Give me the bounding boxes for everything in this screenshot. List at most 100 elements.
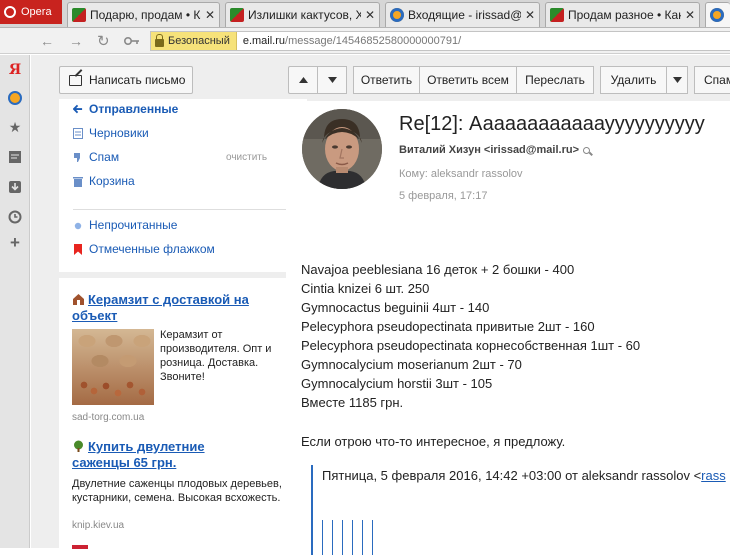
message-view: Re[12]: Аааааааааааауууууууууу Виталий Х… xyxy=(286,101,730,555)
lock-icon xyxy=(155,33,164,47)
opera-menu-button[interactable]: Opera xyxy=(0,0,62,24)
body-line: Gymnocalycium horstii 3шт - 105 xyxy=(301,376,493,391)
opera-sidebar: Я ★ + xyxy=(0,55,30,548)
address-bar: ← → ↻ Безопасный e.mail.ru/message/14546… xyxy=(0,28,730,54)
ad-house-icon xyxy=(72,293,85,305)
body-line: Cintia knizei 6 шт. 250 xyxy=(301,281,430,296)
delete-dropdown-button[interactable] xyxy=(666,66,688,94)
back-arrow-icon[interactable]: ← xyxy=(40,33,54,49)
tab-2[interactable]: Излишки кактусов, Х... ✕ xyxy=(225,2,380,27)
tab-1[interactable]: Подарю, продам • Как... ✕ xyxy=(67,2,220,27)
folder-label: Спам xyxy=(89,150,120,164)
ad-2-source[interactable]: knip.kiev.ua xyxy=(72,520,124,531)
folder-spam[interactable]: Спам очистить xyxy=(73,150,267,164)
tab-close-icon[interactable]: ✕ xyxy=(685,8,695,22)
quote-sender-link[interactable]: rass xyxy=(701,468,726,483)
url-field[interactable]: Безопасный e.mail.ru/message/14546852580… xyxy=(150,31,730,51)
reply-button[interactable]: Ответить xyxy=(353,66,420,94)
star-icon[interactable]: ★ xyxy=(7,119,23,135)
trash-icon xyxy=(73,176,83,187)
chevron-down-icon xyxy=(672,77,682,83)
ad-1-title[interactable]: Керамзит с доставкой на объект xyxy=(72,292,296,324)
filter-flagged[interactable]: Отмеченные флажком xyxy=(73,242,215,256)
tab-3[interactable]: Входящие - irissad@m... ✕ xyxy=(385,2,540,27)
body-line: Gymnocalycium moserianum 2шт - 70 xyxy=(301,357,522,372)
ads-panel: Керамзит с доставкой на объект Керамзит … xyxy=(59,278,307,549)
reply-all-button[interactable]: Ответить всем xyxy=(419,66,517,94)
sender-avatar[interactable] xyxy=(302,109,382,189)
add-panel-icon[interactable]: + xyxy=(7,233,23,252)
downloads-icon[interactable] xyxy=(7,179,23,195)
body-line: Вместе 1185 грн. xyxy=(301,395,404,410)
folder-sent[interactable]: Отправленные xyxy=(73,102,178,116)
ad-tree-icon xyxy=(72,440,85,452)
notes-icon[interactable] xyxy=(7,149,23,165)
tab-title: Входящие - irissad@m... xyxy=(408,8,521,22)
clear-spam-link[interactable]: очистить xyxy=(226,152,267,163)
filter-label: Отмеченные флажком xyxy=(89,242,215,256)
cactus-favicon-icon xyxy=(230,8,244,22)
quote-level-bar xyxy=(332,520,333,555)
url-text[interactable]: e.mail.ru/message/14546852580000000791/ xyxy=(237,35,461,47)
yandex-icon[interactable]: Я xyxy=(7,62,23,78)
security-badge[interactable]: Безопасный xyxy=(151,32,237,50)
search-icon[interactable] xyxy=(583,146,590,154)
mail-page: Написать письмо Ответить Ответить всем П… xyxy=(31,55,730,555)
spam-button[interactable]: Спам xyxy=(694,66,730,94)
tab-title: Продам разное • Какт... xyxy=(568,8,681,22)
compose-button[interactable]: Написать письмо xyxy=(59,66,193,94)
flag-icon xyxy=(74,243,82,255)
next-message-button[interactable] xyxy=(317,66,347,94)
url-path: /message/14546852580000000791/ xyxy=(285,35,462,47)
mail-agent-icon[interactable] xyxy=(7,90,23,106)
folder-label: Отправленные xyxy=(89,102,179,116)
quote-level-bar xyxy=(342,520,343,555)
filter-label: Непрочитанные xyxy=(89,218,178,232)
quote-header-text: Пятница, 5 февраля 2016, 14:42 +03:00 от… xyxy=(322,468,702,483)
body-line: Gymnocactus beguinii 4шт - 140 xyxy=(301,300,490,315)
quote-header: Пятница, 5 февраля 2016, 14:42 +03:00 от… xyxy=(322,468,726,483)
folder-drafts[interactable]: Черновики xyxy=(73,126,149,140)
folder-list: Отправленные Черновики Спам очистить Кор… xyxy=(59,99,307,272)
forward-button[interactable]: Переслать xyxy=(516,66,594,94)
tab-title: Подарю, продам • Как... xyxy=(90,8,201,22)
folder-label: Корзина xyxy=(89,174,135,188)
ad-2-text: Двулетние саженцы плодовых деревьев, кус… xyxy=(72,478,282,504)
prev-message-button[interactable] xyxy=(288,66,318,94)
tab-5-active[interactable]: Re xyxy=(705,2,730,27)
arrow-down-icon xyxy=(327,77,337,83)
reply-all-label: Ответить всем xyxy=(427,73,509,87)
reload-icon[interactable]: ↻ xyxy=(97,32,110,50)
ad-2-title-text: Купить двулетние саженцы 65 грн. xyxy=(72,439,205,470)
quote-level-bar xyxy=(362,520,363,555)
opera-label: Opera xyxy=(21,6,52,18)
forward-label: Переслать xyxy=(525,73,585,87)
body-line: Pelecyphora pseudopectinata привитые 2шт… xyxy=(301,319,595,334)
spam-label: Спам xyxy=(704,73,730,87)
delete-button[interactable]: Удалить xyxy=(600,66,667,94)
folder-label: Черновики xyxy=(89,126,149,140)
sent-arrow-icon xyxy=(73,104,83,113)
folder-trash[interactable]: Корзина xyxy=(73,174,135,188)
quote-level-bar xyxy=(372,520,373,555)
tab-close-icon[interactable]: ✕ xyxy=(525,8,535,22)
message-sender[interactable]: Виталий Хизун <irissad@mail.ru> xyxy=(399,144,590,156)
tab-title: Излишки кактусов, Х... xyxy=(248,8,361,22)
filter-unread[interactable]: Непрочитанные xyxy=(73,218,177,232)
forward-arrow-icon[interactable]: → xyxy=(69,33,83,49)
ad-1-image[interactable] xyxy=(72,329,154,405)
ad-2-title[interactable]: Купить двулетние саженцы 65 грн. xyxy=(72,439,232,471)
reply-label: Ответить xyxy=(360,73,413,87)
tab-close-icon[interactable]: ✕ xyxy=(205,8,215,22)
cactus-favicon-icon xyxy=(72,8,86,22)
history-clock-icon[interactable] xyxy=(7,209,23,225)
key-icon[interactable] xyxy=(123,33,140,49)
ad-1-source[interactable]: sad-torg.com.ua xyxy=(72,412,144,423)
arrow-up-icon xyxy=(298,77,308,83)
tab-close-icon[interactable]: ✕ xyxy=(365,8,375,22)
ad-3-icon xyxy=(72,545,88,549)
url-host: e.mail.ru xyxy=(242,35,286,47)
tab-bar: Opera Подарю, продам • Как... ✕ Излишки … xyxy=(0,0,730,28)
tab-4[interactable]: Продам разное • Какт... ✕ xyxy=(545,2,700,27)
mail-favicon-icon xyxy=(390,8,404,22)
